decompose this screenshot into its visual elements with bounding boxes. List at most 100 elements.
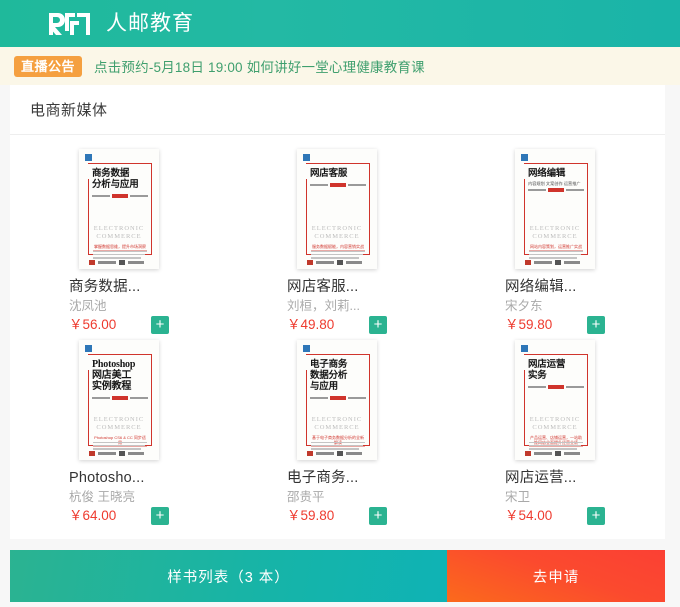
- cover-kicker: [310, 183, 366, 187]
- book-cover-art: 商务数据 分析与应用 ELECTRONIC COMMERCE 掌握数据思维，提升市场洞…: [79, 149, 159, 269]
- cover-title: 网店客服: [310, 168, 348, 179]
- book-author: 杭俊 王晓亮: [69, 490, 135, 504]
- book-title[interactable]: 商务数据...: [69, 278, 169, 296]
- book-grid: 商务数据 分析与应用 ELECTRONIC COMMERCE 掌握数据思维，提升市场洞…: [10, 135, 665, 539]
- cover-footer: [525, 260, 586, 265]
- cover-imprint-strip: [85, 345, 153, 354]
- book-meta: Photosho... 杭俊 王晓亮 ￥64.00 +: [69, 469, 169, 525]
- book-price-row: ￥49.80 +: [287, 316, 387, 334]
- book-card[interactable]: 电子商务 数据分析 与应用 ELECTRONIC COMMERCE 基于电子商务数据分析…: [228, 340, 446, 531]
- book-price-row: ￥56.00 +: [69, 316, 169, 334]
- book-cover-art: 网店运营实务 ELECTRONICCOMMERCE产品运营、店铺运营，一站助推网…: [515, 340, 595, 460]
- cover-author-block: [566, 404, 584, 413]
- cover-frame-left: [306, 179, 307, 255]
- cover-imprint-strip: [521, 154, 589, 163]
- add-to-list-button[interactable]: +: [151, 316, 169, 334]
- book-author: 宋夕东: [505, 299, 543, 313]
- publisher-badge-icon: [303, 345, 310, 352]
- cover-frame-left: [88, 370, 89, 446]
- book-title[interactable]: 电子商务...: [287, 469, 387, 487]
- book-price-row: ￥59.80 +: [505, 316, 605, 334]
- book-card[interactable]: 网络编辑内容规划 文案创作 运营推广 ELECTRONIC COMMERCE 网站内…: [446, 149, 664, 340]
- book-card[interactable]: 商务数据 分析与应用 ELECTRONIC COMMERCE 掌握数据思维，提升市场洞…: [10, 149, 228, 340]
- book-price: ￥59.80: [505, 317, 553, 332]
- add-to-list-button[interactable]: +: [369, 316, 387, 334]
- content-panel: 电商新媒体 商务数据 分析与应用 ELECTRONIC COMMERCE 掌握数据思维…: [10, 85, 665, 539]
- add-to-list-button[interactable]: +: [587, 507, 605, 525]
- cover-series-text: ELECTRONIC COMMERCE: [529, 225, 581, 240]
- book-meta: 网店运营... 宋卫 ￥54.00 +: [505, 469, 605, 525]
- book-title[interactable]: 网络编辑...: [505, 278, 605, 296]
- cover-footer: [525, 451, 586, 456]
- cover-series-text: ELECTRONIC COMMERCE: [93, 416, 145, 431]
- cover-author-block: [348, 404, 366, 413]
- book-meta: 网络编辑... 宋夕东 ￥59.80 +: [505, 278, 605, 334]
- book-price: ￥54.00: [505, 508, 553, 523]
- go-apply-button[interactable]: 去申请: [447, 550, 665, 602]
- cover-series-text: ELECTRONIC COMMERCE: [311, 416, 363, 431]
- add-to-list-button[interactable]: +: [587, 316, 605, 334]
- bottom-action-bar: 样书列表（3 本） 去申请: [10, 550, 665, 602]
- book-author: 刘桓，刘莉...: [287, 299, 360, 313]
- book-title[interactable]: 网店客服...: [287, 278, 387, 296]
- publisher-badge-icon: [521, 345, 528, 352]
- cover-tagline: 掌握数据思维，提升市场洞察: [93, 244, 147, 251]
- sample-book-list-button[interactable]: 样书列表（3 本）: [10, 550, 447, 602]
- add-to-list-button[interactable]: +: [369, 507, 387, 525]
- cover-author-block: [130, 213, 148, 222]
- cover-imprint-strip: [85, 154, 153, 163]
- book-card[interactable]: 网店客服 ELECTRONIC COMMERCE 服务数据赋能，内容营销实战 网店客服…: [228, 149, 446, 340]
- book-title[interactable]: 网店运营...: [505, 469, 605, 487]
- cover-kicker: [528, 188, 584, 192]
- book-card[interactable]: Photoshop 网店美工 实例教程 ELECTRONIC COMMERCE Phot…: [10, 340, 228, 531]
- page-title: 电商新媒体: [30, 102, 108, 119]
- cover-footer: [89, 260, 150, 265]
- cover-footer: [307, 451, 368, 456]
- book-price: ￥49.80: [287, 317, 335, 332]
- book-cover[interactable]: 网店客服 ELECTRONIC COMMERCE 服务数据赋能，内容营销实战: [297, 149, 377, 269]
- cover-frame-left: [524, 370, 525, 446]
- book-price: ￥64.00: [69, 508, 117, 523]
- book-meta: 商务数据... 沈凤池 ￥56.00 +: [69, 278, 169, 334]
- cover-series-text: ELECTRONIC COMMERCE: [529, 416, 581, 431]
- cover-imprint-strip: [303, 154, 371, 163]
- book-cover-art: 网络编辑内容规划 文案创作 运营推广 ELECTRONIC COMMERCE 网站内…: [515, 149, 595, 269]
- cover-kicker: [528, 385, 584, 389]
- app-title: 人邮教育: [106, 12, 194, 35]
- cover-tagline: 网站内容策划，运营推广实战: [529, 244, 583, 251]
- cover-imprint-strip: [303, 345, 371, 354]
- cover-frame-left: [524, 179, 525, 255]
- section-header: 电商新媒体: [10, 85, 665, 135]
- book-cover[interactable]: 网店运营实务 ELECTRONICCOMMERCE产品运营、店铺运营，一站助推网…: [515, 340, 595, 460]
- cover-title: 网络编辑: [528, 168, 566, 179]
- book-cover-art: 网店客服 ELECTRONIC COMMERCE 服务数据赋能，内容营销实战: [297, 149, 377, 269]
- book-cover[interactable]: Photoshop 网店美工 实例教程 ELECTRONIC COMMERCE Phot…: [79, 340, 159, 460]
- book-author: 宋卫: [505, 490, 531, 504]
- cover-series-text: ELECTRONIC COMMERCE: [311, 225, 363, 240]
- book-card[interactable]: 网店运营实务 ELECTRONICCOMMERCE产品运营、店铺运营，一站助推网…: [446, 340, 664, 531]
- book-title[interactable]: Photosho...: [69, 469, 169, 487]
- cover-footer: [89, 451, 150, 456]
- live-notice-text[interactable]: 点击预约-5月18日 19:00 如何讲好一堂心理健康教育课: [94, 56, 425, 76]
- cover-subtitle: 内容规划 文案创作 运营推广: [528, 181, 581, 186]
- add-to-list-button[interactable]: +: [151, 507, 169, 525]
- cover-series-text: ELECTRONIC COMMERCE: [93, 225, 145, 240]
- book-cover-art: Photoshop 网店美工 实例教程 ELECTRONIC COMMERCE Phot…: [79, 340, 159, 460]
- publisher-badge-icon: [85, 154, 92, 161]
- book-price-row: ￥59.80 +: [287, 507, 387, 525]
- ryjy-logo-icon: [48, 9, 92, 39]
- cover-footer: [307, 260, 368, 265]
- cover-author-block: [130, 404, 148, 413]
- cover-title: 商务数据 分析与应用: [92, 168, 139, 190]
- cover-title: 网店运营 实务: [528, 359, 566, 381]
- cover-author-block: [348, 213, 366, 222]
- live-notice-bar[interactable]: 直播公告 点击预约-5月18日 19:00 如何讲好一堂心理健康教育课: [0, 47, 680, 85]
- book-cover[interactable]: 电子商务 数据分析 与应用 ELECTRONIC COMMERCE 基于电子商务数据分析…: [297, 340, 377, 460]
- cover-kicker: [310, 396, 366, 400]
- cover-kicker: [92, 396, 148, 400]
- cover-frame-left: [306, 370, 307, 446]
- cover-tagline: 服务数据赋能，内容营销实战: [311, 244, 365, 251]
- cover-imprint-strip: [521, 345, 589, 354]
- book-cover[interactable]: 网络编辑内容规划 文案创作 运营推广 ELECTRONIC COMMERCE 网站内…: [515, 149, 595, 269]
- book-cover[interactable]: 商务数据 分析与应用 ELECTRONIC COMMERCE 掌握数据思维，提升市场洞…: [79, 149, 159, 269]
